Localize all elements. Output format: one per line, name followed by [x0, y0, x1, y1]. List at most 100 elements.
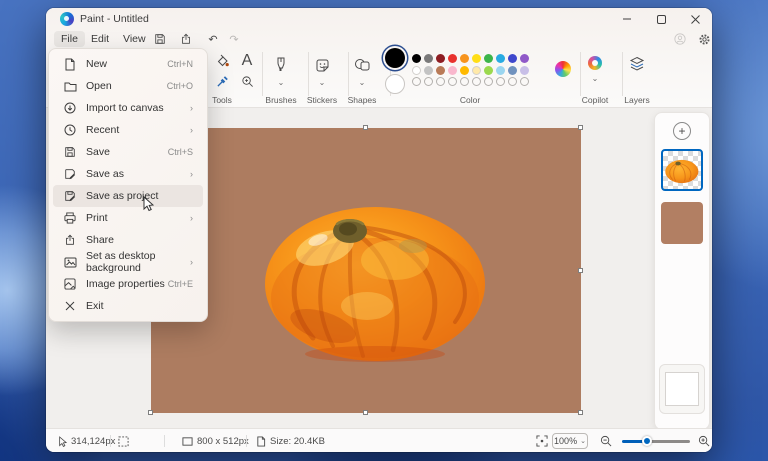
zoom-level-dropdown[interactable]: 100% ⌄ [552, 433, 588, 449]
menu-item-save-as[interactable]: Save as › [53, 163, 203, 185]
redo-icon[interactable]: ↷ [224, 31, 244, 47]
color-swatch[interactable] [412, 54, 421, 63]
color-swatch[interactable] [448, 66, 457, 75]
layers-group-label: Layers [624, 95, 650, 105]
empty-color-swatch[interactable] [460, 77, 469, 86]
layer-thumb-pumpkin[interactable] [661, 149, 703, 191]
menu-item-label: Set as desktop background [86, 250, 190, 274]
stickers-icon[interactable] [313, 56, 331, 74]
text-tool-icon[interactable]: A [238, 52, 256, 70]
color-swatch[interactable] [460, 66, 469, 75]
empty-color-swatch[interactable] [484, 77, 493, 86]
minimize-button[interactable] [610, 8, 644, 30]
fit-to-screen-button[interactable] [536, 429, 548, 452]
brushes-icon[interactable] [272, 56, 290, 74]
shapes-icon[interactable] [353, 56, 371, 74]
menu-item-set-as-desktop-background[interactable]: Set as desktop background › [53, 251, 203, 273]
drawing-canvas[interactable] [151, 128, 581, 413]
empty-color-swatch[interactable] [496, 77, 505, 86]
exit-icon [63, 299, 77, 313]
secondary-color-swatch[interactable] [385, 74, 405, 94]
color-swatch[interactable] [448, 54, 457, 63]
color-swatch[interactable] [424, 54, 433, 63]
toolbar-divider [308, 52, 309, 96]
copilot-chevron-icon[interactable]: ⌄ [592, 74, 599, 83]
color-swatch[interactable] [472, 66, 481, 75]
menu-item-print[interactable]: Print › [53, 207, 203, 229]
layer-thumb-background[interactable] [661, 202, 703, 244]
zoom-out-button[interactable] [600, 429, 612, 452]
account-icon[interactable] [670, 31, 690, 47]
color-swatch[interactable] [436, 66, 445, 75]
shapes-chevron-icon[interactable]: ⌄ [359, 78, 366, 87]
edit-colors-wheel-icon[interactable] [555, 61, 571, 77]
color-swatch[interactable] [484, 66, 493, 75]
color-swatch[interactable] [508, 66, 517, 75]
menu-item-open[interactable]: Open Ctrl+O [53, 75, 203, 97]
empty-color-swatch[interactable] [412, 77, 421, 86]
menu-item-recent[interactable]: Recent › [53, 119, 203, 141]
menu-item-save-as-project[interactable]: Save as project [53, 185, 203, 207]
color-swatch[interactable] [520, 66, 529, 75]
maximize-button[interactable] [644, 8, 678, 30]
zoom-slider-thumb[interactable] [642, 436, 652, 446]
color-swatch[interactable] [508, 54, 517, 63]
settings-gear-icon[interactable] [694, 31, 712, 47]
empty-color-swatch[interactable] [508, 77, 517, 86]
menu-item-import-to-canvas[interactable]: Import to canvas › [53, 97, 203, 119]
color-swatch[interactable] [436, 54, 445, 63]
empty-color-swatch[interactable] [436, 77, 445, 86]
canvas-handle-bottom-left[interactable] [148, 410, 153, 415]
menu-item-exit[interactable]: Exit [53, 295, 203, 317]
color-swatch[interactable] [472, 54, 481, 63]
brushes-group-label: Brushes [265, 95, 296, 105]
menu-item-share[interactable]: Share [53, 229, 203, 251]
menu-item-label: Save as [86, 168, 190, 180]
layers-icon[interactable] [628, 55, 646, 73]
menu-item-image-properties[interactable]: Image properties Ctrl+E [53, 273, 203, 295]
color-swatch[interactable] [520, 54, 529, 63]
empty-color-swatch[interactable] [472, 77, 481, 86]
canvas-handle-bottom-right[interactable] [578, 410, 583, 415]
close-button[interactable] [678, 8, 712, 30]
shapes-group-label: Shapes [348, 95, 377, 105]
copilot-icon[interactable] [588, 56, 602, 70]
color-swatch[interactable] [496, 66, 505, 75]
quick-save-icon[interactable] [150, 31, 170, 47]
fit-screen-icon [536, 435, 548, 447]
zoom-in-icon [698, 435, 710, 447]
zoom-in-button[interactable] [698, 429, 710, 452]
color-swatch[interactable] [412, 66, 421, 75]
canvas-handle-right-middle[interactable] [578, 268, 583, 273]
empty-color-swatch[interactable] [520, 77, 529, 86]
canvas-handle-top-middle[interactable] [363, 125, 368, 130]
canvas-handle-top-right[interactable] [578, 125, 583, 130]
desktop-background-icon [63, 255, 77, 269]
empty-color-swatch[interactable] [424, 77, 433, 86]
menu-edit[interactable]: Edit [84, 31, 116, 47]
color-swatch[interactable] [460, 54, 469, 63]
color-swatch[interactable] [484, 54, 493, 63]
background-preview-frame[interactable] [659, 364, 705, 414]
eyedropper-tool-icon[interactable] [213, 72, 231, 90]
canvas-handle-bottom-middle[interactable] [363, 410, 368, 415]
title-bar[interactable]: Paint - Untitled [46, 8, 712, 30]
quick-share-icon[interactable] [176, 31, 196, 47]
color-swatch[interactable] [424, 66, 433, 75]
magnifier-tool-icon[interactable] [238, 72, 256, 90]
zoom-slider[interactable] [622, 440, 690, 443]
undo-icon[interactable]: ↶ [203, 31, 223, 47]
menu-item-save[interactable]: Save Ctrl+S [53, 141, 203, 163]
menu-file[interactable]: File [54, 31, 85, 47]
primary-color-swatch[interactable] [385, 48, 405, 68]
add-layer-button[interactable]: + [673, 122, 691, 140]
empty-color-swatch[interactable] [448, 77, 457, 86]
color-swatch[interactable] [496, 54, 505, 63]
stickers-chevron-icon[interactable]: ⌄ [319, 78, 326, 87]
menu-item-new[interactable]: New Ctrl+N [53, 53, 203, 75]
fill-tool-icon[interactable] [213, 52, 231, 70]
toolbar-divider [622, 52, 623, 96]
brushes-chevron-icon[interactable]: ⌄ [278, 78, 285, 87]
mouse-cursor [142, 196, 154, 212]
menu-view[interactable]: View [116, 31, 153, 47]
